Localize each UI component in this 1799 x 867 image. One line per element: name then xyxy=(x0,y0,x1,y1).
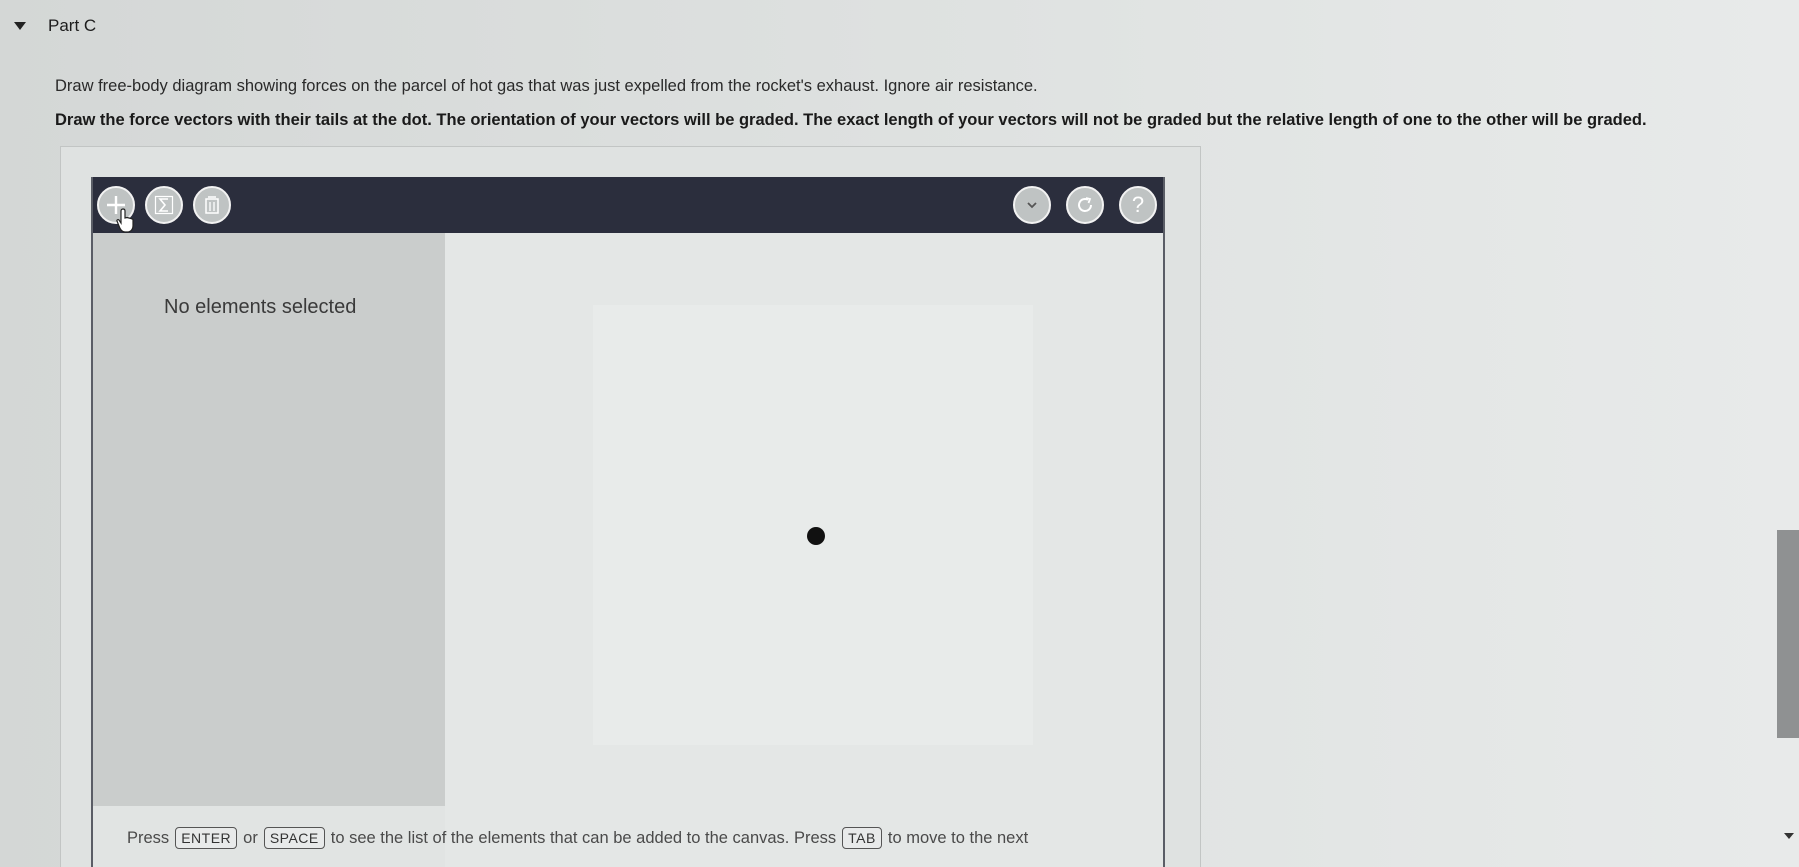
tool-inner: ? No elements selected xyxy=(91,177,1165,867)
page: Part C Draw free-body diagram showing fo… xyxy=(0,0,1799,867)
rotate-icon xyxy=(1074,194,1096,216)
sum-button[interactable] xyxy=(145,186,183,224)
hint-or: or xyxy=(243,828,258,847)
vector-drawing-tool: ? No elements selected xyxy=(60,146,1201,867)
svg-text:?: ? xyxy=(1132,193,1144,217)
question-instruction-bold: Draw the force vectors with their tails … xyxy=(55,111,1647,129)
sigma-icon xyxy=(153,194,175,216)
part-title: Part C xyxy=(48,16,97,35)
key-space: SPACE xyxy=(263,827,325,849)
question-instruction: Draw free-body diagram showing forces on… xyxy=(55,77,1038,95)
menu-button[interactable] xyxy=(1013,186,1051,224)
toolbar: ? xyxy=(93,177,1163,233)
trash-icon xyxy=(202,194,222,216)
hint-press: Press xyxy=(127,828,170,847)
question-icon: ? xyxy=(1127,193,1149,217)
hint-end: to move to the next xyxy=(887,828,1029,847)
element-properties-panel: No elements selected xyxy=(93,233,445,806)
key-enter: ENTER xyxy=(175,827,238,849)
canvas-draw-area[interactable] xyxy=(593,305,1033,745)
scroll-down-icon[interactable] xyxy=(1784,833,1794,839)
no-selection-text: No elements selected xyxy=(164,296,357,318)
collapse-caret-icon[interactable] xyxy=(14,22,26,30)
part-header[interactable]: Part C xyxy=(14,16,96,36)
delete-button[interactable] xyxy=(193,186,231,224)
help-button[interactable]: ? xyxy=(1119,186,1157,224)
hint-middle: to see the list of the elements that can… xyxy=(330,828,837,847)
origin-dot[interactable] xyxy=(807,527,825,545)
chevron-down-icon xyxy=(1023,196,1041,214)
key-tab: TAB xyxy=(842,827,882,849)
keyboard-hint: Press ENTER or SPACE to see the list of … xyxy=(127,827,1028,849)
hand-cursor-icon xyxy=(116,208,136,239)
reset-button[interactable] xyxy=(1066,186,1104,224)
scrollbar-thumb[interactable] xyxy=(1777,530,1799,738)
drawing-canvas[interactable] xyxy=(445,233,1163,867)
